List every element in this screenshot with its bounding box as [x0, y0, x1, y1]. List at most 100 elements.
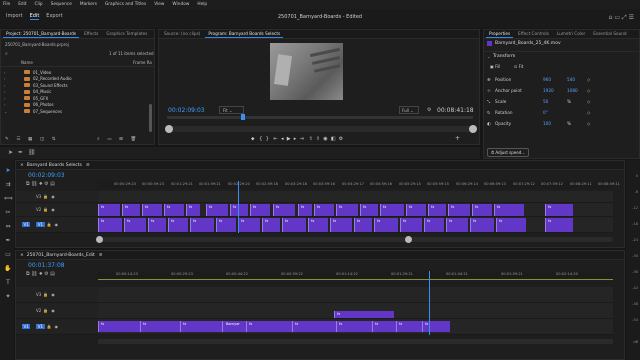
pen-tool-icon[interactable]: ✒ [4, 237, 12, 245]
fill-button[interactable]: ▣ Fill [490, 64, 500, 69]
new-item-icon[interactable]: ⊞ [119, 137, 123, 142]
chevron-right-icon[interactable]: › [4, 89, 10, 94]
source-patch-v1[interactable]: V1 [22, 324, 31, 329]
list-view-icon[interactable]: ☰ [16, 137, 20, 142]
clip[interactable] [336, 321, 372, 332]
clip[interactable] [246, 321, 292, 332]
clip[interactable] [282, 218, 306, 232]
lock-icon[interactable]: 🔒 [43, 292, 48, 297]
add-button-icon[interactable]: + [455, 135, 460, 142]
clip[interactable] [180, 321, 222, 332]
hand-tool-icon[interactable]: ✋ [4, 265, 12, 273]
chevron-right-icon[interactable]: › [4, 96, 10, 101]
tab-effect-controls[interactable]: Effect Controls [515, 30, 552, 38]
clip[interactable] [472, 204, 492, 216]
tab-essential-sound[interactable]: Essential Sound [590, 30, 629, 38]
timeline2-playhead[interactable] [429, 271, 430, 335]
menu-markers[interactable]: Markers [80, 2, 97, 7]
clip[interactable] [314, 204, 334, 216]
scrollbar-handle-left[interactable] [165, 125, 173, 133]
clip[interactable] [400, 218, 422, 232]
menu-graphics[interactable]: Graphics and Titles [105, 2, 146, 7]
menu-clip[interactable]: Clip [35, 2, 43, 7]
clip[interactable] [98, 218, 122, 232]
eye-icon[interactable]: ◉ [51, 194, 55, 199]
settings-icon[interactable]: ⚙ [339, 136, 343, 142]
resolution-dropdown[interactable]: Full ⌄ [399, 106, 419, 114]
track-v3[interactable] [98, 191, 613, 203]
clip[interactable] [428, 204, 446, 216]
export-frame-icon[interactable]: ◉ [323, 136, 327, 142]
clip[interactable] [140, 321, 180, 332]
eye-icon[interactable]: ◉ [55, 222, 59, 227]
clip[interactable] [148, 218, 166, 232]
track-v3[interactable] [98, 287, 613, 303]
property-value-x[interactable]: 960 [543, 77, 567, 82]
close-icon[interactable]: × [20, 163, 24, 168]
fit-button[interactable]: ⊡ Fit [514, 64, 523, 69]
lock-icon[interactable]: 🔒 [47, 222, 52, 227]
project-scrollbar[interactable] [149, 104, 152, 132]
tab-source[interactable]: Source: (no clips) [161, 30, 203, 38]
clip[interactable] [186, 204, 200, 216]
add-marker-icon[interactable]: ⬥ [39, 271, 42, 277]
ripple-edit-icon[interactable]: ⟺ [4, 195, 13, 203]
clip[interactable] [494, 204, 524, 216]
keyframe-icon[interactable]: ◇ [587, 77, 590, 82]
new-bin-icon[interactable]: ▭ [107, 137, 111, 142]
clip[interactable] [168, 218, 188, 232]
lock-icon[interactable]: 🔒 [47, 324, 52, 329]
marker-icon[interactable]: ⬥ [251, 136, 255, 142]
eye-icon[interactable]: ◉ [51, 207, 55, 212]
clip[interactable] [470, 218, 494, 232]
eye-icon[interactable]: ◉ [55, 324, 59, 329]
selection-tool-icon[interactable]: ➤ [4, 167, 12, 175]
chevron-right-icon[interactable]: › [4, 102, 10, 107]
property-value[interactable]: 0° [543, 110, 567, 115]
tab-effects[interactable]: Effects [81, 30, 101, 38]
timeline2-scrollbar[interactable] [98, 339, 613, 344]
search-bin-icon[interactable]: ⌕ [97, 136, 100, 142]
selection-arrow-icon[interactable]: ➤ [8, 149, 13, 156]
track-label[interactable]: V1 [36, 222, 45, 227]
keyframe-icon[interactable]: ◇ [587, 110, 590, 115]
go-to-in-icon[interactable]: ⇤ [274, 136, 278, 142]
chevron-right-icon[interactable]: › [4, 83, 10, 88]
clip[interactable] [238, 218, 260, 232]
video-frame[interactable] [270, 43, 343, 100]
lock-icon[interactable]: 🔒 [43, 194, 48, 199]
close-icon[interactable]: × [20, 253, 24, 258]
folder-row[interactable]: ⌄ 07_Sequences [1, 108, 154, 115]
wrench-icon[interactable]: ⚙ [44, 181, 48, 187]
menu-icon[interactable]: ≡ [99, 253, 103, 258]
clip[interactable] [308, 218, 328, 232]
keyframe-icon[interactable]: ◇ [587, 88, 590, 93]
clip[interactable] [336, 204, 358, 216]
sort-icon[interactable]: ⇅ [52, 137, 56, 142]
clip[interactable] [122, 204, 140, 216]
mark-out-icon[interactable]: } [266, 136, 269, 142]
track-label[interactable]: V1 [36, 324, 45, 329]
wrench-icon[interactable]: ⚙ [427, 107, 431, 113]
timeline1-playhead[interactable] [238, 181, 239, 233]
clip[interactable] [292, 321, 336, 332]
zoom-dropdown[interactable]: Fit ⌄ [219, 106, 244, 114]
clip[interactable] [230, 204, 248, 216]
clip[interactable] [406, 204, 426, 216]
tab-program[interactable]: Program: Barnyard Boards Selects [205, 30, 284, 38]
pen-icon[interactable]: ✒ [18, 149, 23, 156]
clip[interactable] [374, 218, 398, 232]
timeline2-ruler[interactable]: 00:00:14:23 00:00:29:23 00:00:44:22 00:0… [98, 271, 613, 279]
clip[interactable] [372, 321, 396, 332]
property-value-x[interactable]: 1920 [543, 88, 567, 93]
eye-icon[interactable]: ◉ [51, 308, 55, 313]
clip[interactable] [262, 218, 280, 232]
track-select-icon[interactable]: ⇉ [4, 181, 12, 189]
type-tool-icon[interactable]: T [4, 279, 12, 287]
clip[interactable] [496, 218, 526, 232]
clip[interactable] [206, 204, 228, 216]
linked-select-icon[interactable]: ⛓ [31, 181, 37, 187]
clip[interactable] [273, 204, 295, 216]
property-value[interactable]: 50 [543, 99, 567, 104]
clip[interactable] [164, 204, 184, 216]
